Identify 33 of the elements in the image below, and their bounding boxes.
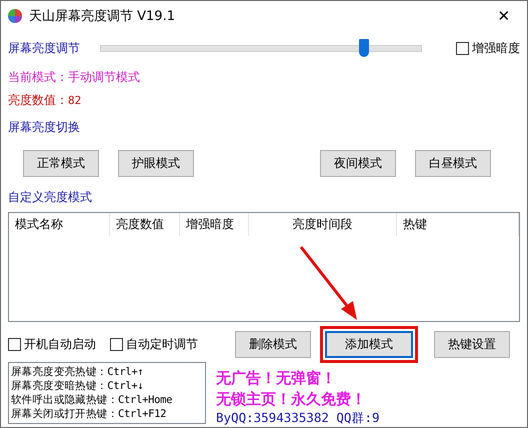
- promo-text: 无广告！无弹窗！: [216, 368, 337, 389]
- action-button[interactable]: 添加模式: [325, 330, 413, 358]
- column-header[interactable]: 模式名称: [9, 213, 110, 236]
- close-button[interactable]: ✕: [489, 2, 519, 30]
- column-header[interactable]: 亮度数值: [110, 213, 180, 236]
- hotkey-line: 屏幕亮度变亮热键：Ctrl+↑: [11, 365, 144, 379]
- current-mode-text: 当前模式：手动调节模式: [8, 68, 140, 86]
- brightness-slider[interactable]: [100, 38, 422, 58]
- window-title: 天山屏幕亮度调节 V19.1: [29, 8, 176, 25]
- enhance-checkbox[interactable]: 增强暗度: [456, 40, 520, 56]
- column-header[interactable]: 热键: [397, 213, 519, 236]
- mode-button[interactable]: 正常模式: [23, 150, 99, 176]
- hotkey-line: 屏幕亮度变暗热键：Ctrl+↓: [11, 379, 144, 393]
- mode-button[interactable]: 护眼模式: [118, 150, 194, 176]
- hotkey-line: 屏幕关闭或打开热键：Ctrl+F12: [11, 407, 168, 421]
- contact-text: ByQQ:3594335382 QQ群:9: [216, 410, 380, 427]
- column-header[interactable]: 增强暗度: [180, 213, 249, 236]
- section-title: 屏幕亮度切换: [8, 118, 80, 136]
- hotkey-line: 软件呼出或隐藏热键：Ctrl+Home: [11, 393, 174, 407]
- app-logo-icon: [7, 8, 23, 24]
- mode-button[interactable]: 白昼模式: [415, 150, 491, 176]
- slider-thumb[interactable]: [359, 39, 370, 57]
- column-header[interactable]: 亮度时间段: [249, 213, 397, 236]
- section-title: 自定义亮度模式: [8, 189, 92, 206]
- brightness-value-label: 亮度数值：: [8, 92, 68, 108]
- promo-text: 无锁主页！永久免费！: [216, 389, 367, 410]
- action-button[interactable]: 删除模式: [235, 330, 311, 358]
- option-checkbox[interactable]: 开机自动启动: [8, 336, 96, 352]
- option-checkbox[interactable]: 自动定时调节: [110, 336, 198, 352]
- brightness-label: 屏幕亮度调节: [8, 40, 80, 56]
- mode-button[interactable]: 夜间模式: [320, 150, 396, 176]
- brightness-value: 82: [68, 94, 82, 106]
- action-button[interactable]: 热键设置: [434, 330, 510, 358]
